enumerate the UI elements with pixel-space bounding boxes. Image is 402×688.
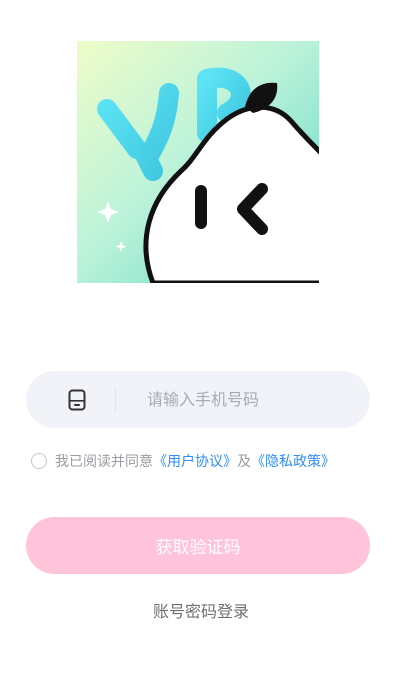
get-verification-code-button[interactable]: 获取验证码 [26, 517, 370, 574]
pear-mascot-logo-icon [77, 41, 319, 283]
phone-input-row [26, 371, 370, 428]
user-agreement-link[interactable]: 《用户协议》 [153, 451, 237, 471]
password-login-link[interactable]: 账号密码登录 [0, 598, 402, 622]
app-logo [77, 41, 319, 283]
phone-number-input[interactable] [147, 371, 347, 428]
input-divider [115, 387, 116, 413]
agreement-prefix-text: 我已阅读并同意 [55, 454, 153, 470]
agreement-and-text: 及 [237, 454, 251, 470]
agreement-row: 我已阅读并同意 《用户协议》 及 《隐私政策》 [31, 450, 335, 472]
mobile-phone-icon [68, 389, 86, 411]
agreement-checkbox[interactable] [31, 453, 47, 469]
privacy-policy-link[interactable]: 《隐私政策》 [251, 451, 335, 471]
